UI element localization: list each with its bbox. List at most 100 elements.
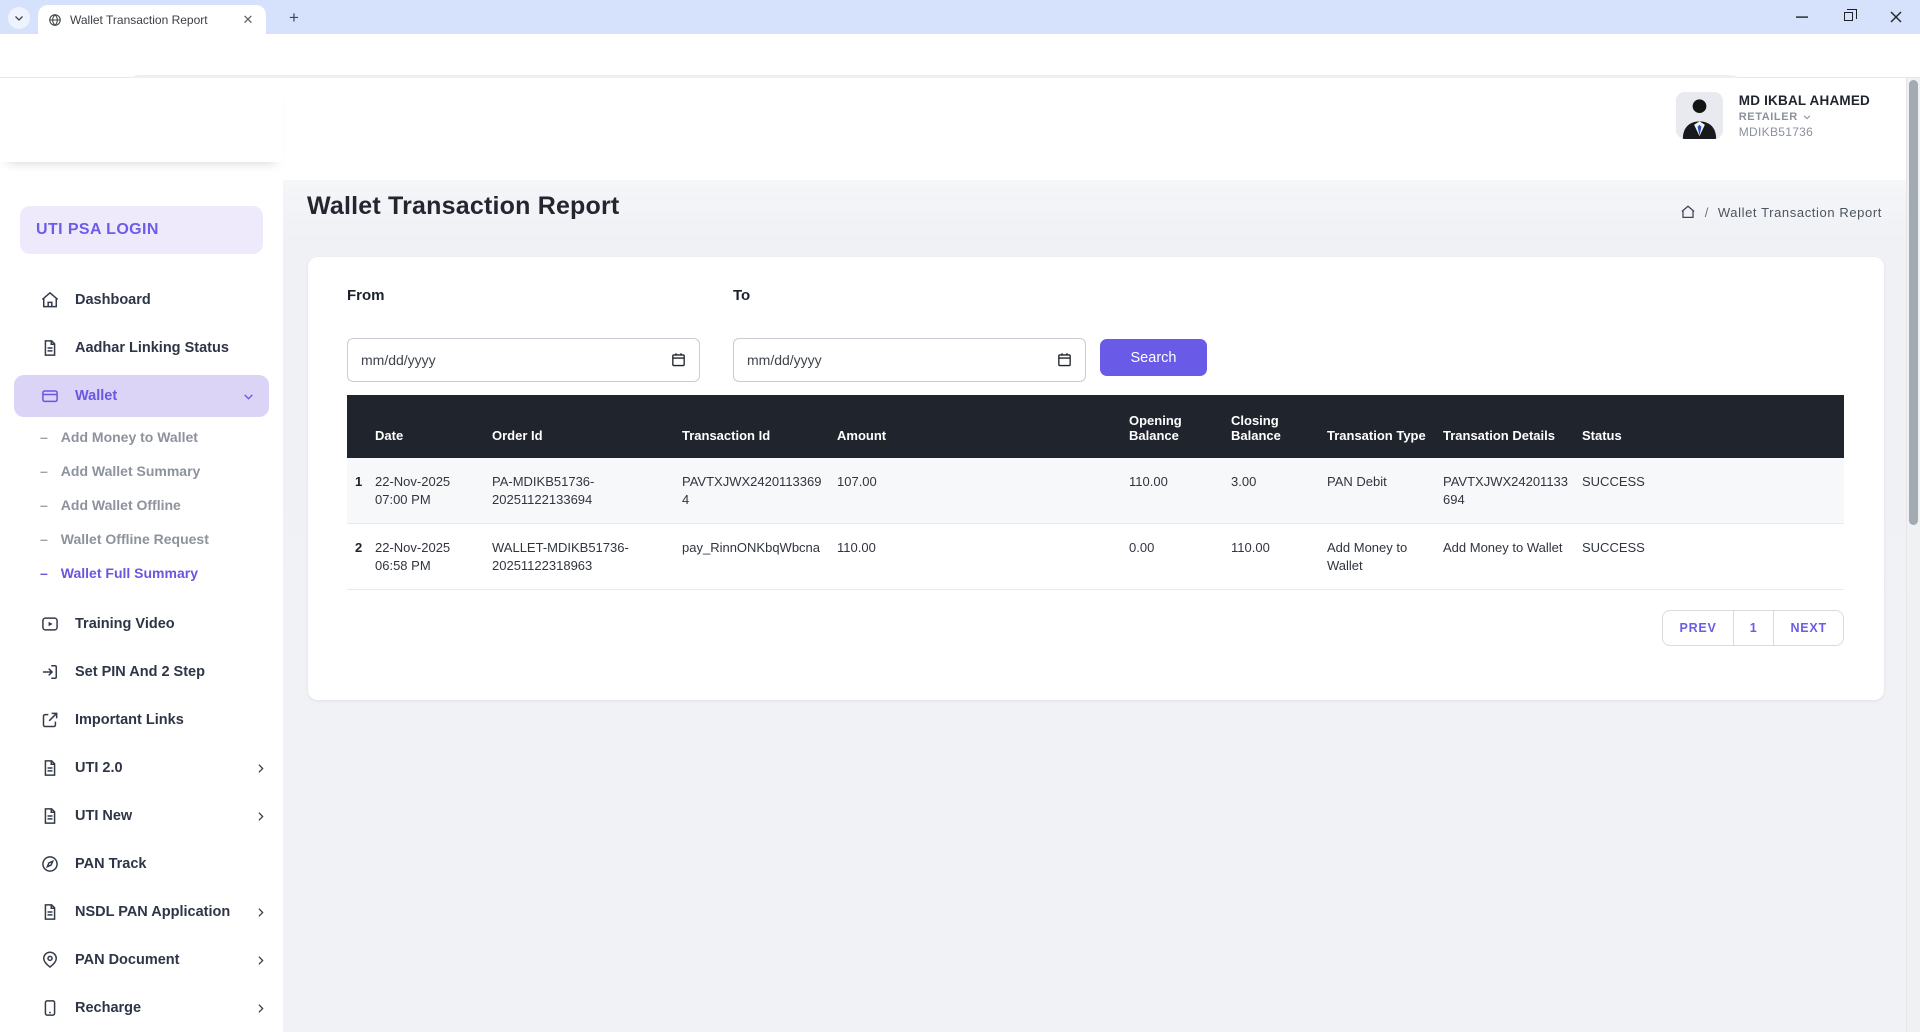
- sidebar-item-dashboard[interactable]: Dashboard: [0, 276, 283, 324]
- sidebar-item-label: Recharge: [75, 1000, 141, 1016]
- sidebar: UTI PSA LOGIN Dashboard Aadhar Linking S…: [0, 78, 283, 1032]
- breadcrumb-separator: /: [1705, 205, 1709, 220]
- next-page-button[interactable]: NEXT: [1773, 611, 1843, 645]
- sidebar-item-uti-new[interactable]: UTI New: [0, 792, 283, 840]
- sidebar-item-nsdl-pan-application[interactable]: NSDL PAN Application: [0, 888, 283, 936]
- window-close-button[interactable]: [1874, 0, 1918, 33]
- col-status: Status: [1580, 395, 1844, 458]
- submenu-item-label: Add Wallet Summary: [61, 463, 201, 479]
- cell-transation-type: Add Money to Wallet: [1325, 524, 1441, 590]
- sidebar-item-label: UTI New: [75, 808, 132, 824]
- submenu-item-add-money-to-wallet[interactable]: – Add Money to Wallet: [0, 420, 283, 454]
- sidebar-item-pan-track[interactable]: PAN Track: [0, 840, 283, 888]
- chevron-down-icon: [242, 390, 255, 403]
- table-row: 2 22-Nov-2025 06:58 PM WALLET-MDIKB51736…: [347, 524, 1844, 590]
- cell-order-id: PA-MDIKB51736-20251122133694: [490, 458, 680, 524]
- prev-page-button[interactable]: PREV: [1663, 611, 1732, 645]
- user-info: MD IKBAL AHAMED RETAILER MDIKB51736: [1739, 93, 1870, 139]
- submenu-item-wallet-full-summary[interactable]: – Wallet Full Summary: [0, 556, 283, 590]
- scrollbar-thumb[interactable]: [1909, 80, 1918, 525]
- sidebar-item-label: Important Links: [75, 712, 184, 728]
- table-row: 1 22-Nov-2025 07:00 PM PA-MDIKB51736-202…: [347, 458, 1844, 524]
- user-role-label: RETAILER: [1739, 111, 1798, 123]
- close-icon: [1890, 11, 1902, 23]
- chevron-down-icon: [13, 12, 25, 24]
- cell-transaction-id: pay_RinnONKbqWbcna: [680, 524, 835, 590]
- calendar-icon[interactable]: [1056, 351, 1073, 368]
- home-icon: [40, 290, 60, 310]
- sidebar-item-wallet[interactable]: Wallet: [14, 375, 269, 417]
- user-role[interactable]: RETAILER: [1739, 111, 1870, 123]
- sidebar-item-label: Set PIN And 2 Step: [75, 664, 205, 680]
- cell-closing-balance: 110.00: [1229, 524, 1325, 590]
- cell-closing-balance: 3.00: [1229, 458, 1325, 524]
- col-transation-type: Transation Type: [1325, 395, 1441, 458]
- cell-opening-balance: 110.00: [1127, 458, 1229, 524]
- to-date-input[interactable]: [733, 338, 1086, 382]
- col-order-id: Order Id: [490, 395, 680, 458]
- brand-label: UTI PSA LOGIN: [36, 221, 159, 239]
- new-tab-button[interactable]: +: [283, 7, 305, 29]
- col-transaction-id: Transaction Id: [680, 395, 835, 458]
- submenu-item-add-wallet-offline[interactable]: – Add Wallet Offline: [0, 488, 283, 522]
- from-label: From: [347, 287, 385, 304]
- cell-transation-type: PAN Debit: [1325, 458, 1441, 524]
- user-menu[interactable]: MD IKBAL AHAMED RETAILER MDIKB51736: [1676, 92, 1870, 139]
- search-button[interactable]: Search: [1100, 339, 1207, 376]
- window-restore-button[interactable]: [1826, 0, 1870, 33]
- main-content: Wallet Transaction Report / Wallet Trans…: [283, 180, 1906, 1032]
- from-date-field: [347, 338, 700, 382]
- sidebar-item-pan-document[interactable]: PAN Document: [0, 936, 283, 984]
- submenu-item-label: Wallet Offline Request: [61, 531, 209, 547]
- minimize-icon: [1796, 11, 1808, 23]
- chevron-right-icon: [254, 954, 267, 967]
- window-minimize-button[interactable]: [1780, 0, 1824, 33]
- submenu-item-wallet-offline-request[interactable]: – Wallet Offline Request: [0, 522, 283, 556]
- cell-transation-details: Add Money to Wallet: [1441, 524, 1580, 590]
- sidebar-item-label: Aadhar Linking Status: [75, 340, 229, 356]
- sidebar-item-important-links[interactable]: Important Links: [0, 696, 283, 744]
- home-icon[interactable]: [1680, 204, 1696, 220]
- page-number-button[interactable]: 1: [1733, 611, 1774, 645]
- col-amount: Amount: [835, 395, 1127, 458]
- chevron-right-icon: [254, 906, 267, 919]
- document-icon: [40, 338, 60, 358]
- sidebar-item-aadhar-linking-status[interactable]: Aadhar Linking Status: [0, 324, 283, 372]
- submenu-item-add-wallet-summary[interactable]: – Add Wallet Summary: [0, 454, 283, 488]
- cell-date: 22-Nov-2025 06:58 PM: [373, 524, 490, 590]
- breadcrumb-current: Wallet Transaction Report: [1718, 205, 1882, 220]
- sidebar-item-set-pin-and-2-step[interactable]: Set PIN And 2 Step: [0, 648, 283, 696]
- submenu-item-label: Wallet Full Summary: [61, 565, 198, 581]
- external-link-icon: [40, 710, 60, 730]
- to-date-field: [733, 338, 1086, 382]
- sidebar-item-uti-2-0[interactable]: UTI 2.0: [0, 744, 283, 792]
- cell-status: SUCCESS: [1580, 524, 1844, 590]
- avatar: [1676, 92, 1723, 139]
- page-scrollbar[interactable]: [1906, 78, 1920, 1032]
- browser-toolbar: newpsa.onlinepsa.com/dashboard/wallet-tr…: [0, 34, 1920, 78]
- tab-close-icon[interactable]: ✕: [240, 12, 256, 28]
- cell-transaction-id: PAVTXJWX24201133694: [680, 458, 835, 524]
- calendar-icon[interactable]: [670, 351, 687, 368]
- browser-tab[interactable]: Wallet Transaction Report ✕: [38, 5, 266, 34]
- brand-badge: UTI PSA LOGIN: [20, 206, 263, 254]
- transactions-table: Date Order Id Transaction Id Amount Open…: [347, 395, 1844, 590]
- chevron-down-icon: [1802, 112, 1812, 122]
- pagination: PREV 1 NEXT: [1662, 610, 1844, 646]
- browser-titlebar: Wallet Transaction Report ✕ +: [0, 0, 1920, 34]
- sidebar-item-training-video[interactable]: Training Video: [0, 600, 283, 648]
- sidebar-item-recharge[interactable]: Recharge: [0, 984, 283, 1032]
- document-icon: [40, 902, 60, 922]
- dash-bullet-icon: –: [40, 429, 48, 445]
- tab-search-button[interactable]: [8, 7, 30, 29]
- from-date-input[interactable]: [347, 338, 700, 382]
- cell-date: 22-Nov-2025 07:00 PM: [373, 458, 490, 524]
- sidebar-item-label: NSDL PAN Application: [75, 904, 230, 920]
- col-opening-balance: Opening Balance: [1127, 395, 1229, 458]
- video-play-icon: [40, 614, 60, 634]
- sidebar-logo-area: [0, 78, 283, 162]
- report-card: From To Search Date Order Id Transacti: [308, 257, 1884, 700]
- sidebar-menu: Dashboard Aadhar Linking Status Wallet –…: [0, 276, 283, 1032]
- login-arrow-icon: [40, 662, 60, 682]
- wallet-card-icon: [40, 386, 60, 406]
